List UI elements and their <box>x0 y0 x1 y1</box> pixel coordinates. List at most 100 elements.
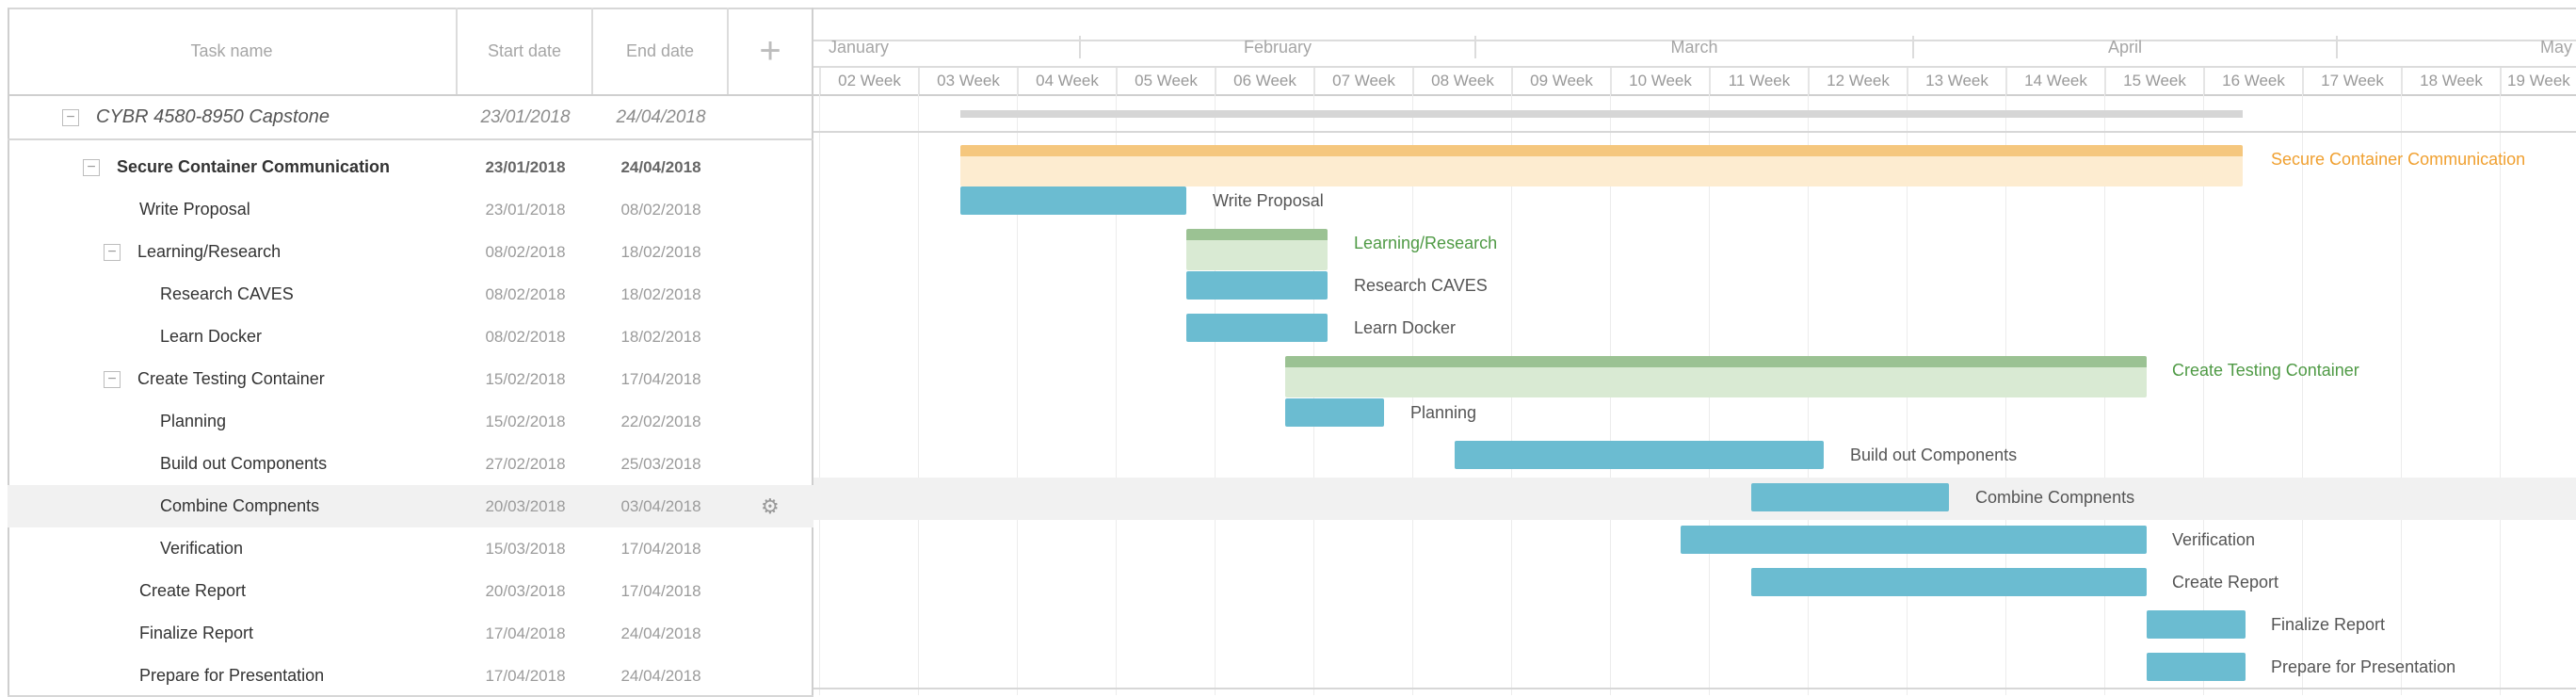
grid-line <box>2302 94 2303 695</box>
bar-combine-compnents[interactable] <box>1751 483 1949 511</box>
minus-box-icon[interactable]: − <box>104 371 121 388</box>
task-row-planning[interactable]: Planning 15/02/2018 22/02/2018 <box>8 400 813 443</box>
task-end: 24/04/2018 <box>616 107 706 127</box>
task-row-capstone[interactable]: − CYBR 4580-8950 Capstone 23/01/2018 24/… <box>8 96 813 138</box>
grid-line <box>2401 94 2402 695</box>
bar-label: Build out Components <box>1850 446 2018 464</box>
chart-bottom-border <box>813 688 2576 689</box>
task-end: 18/02/2018 <box>620 328 701 346</box>
week-label: 18 Week <box>2401 68 2500 94</box>
task-start: 08/02/2018 <box>485 328 566 346</box>
task-name: Create Report <box>139 581 247 600</box>
bar-research-caves[interactable] <box>1186 271 1328 300</box>
task-end: 25/03/2018 <box>620 455 701 473</box>
row-divider <box>8 138 813 140</box>
grid-line <box>2500 94 2501 695</box>
task-name: Combine Compnents <box>160 496 320 515</box>
task-row-finalize-report[interactable]: Finalize Report 17/04/2018 24/04/2018 <box>8 612 813 655</box>
task-name: Prepare for Presentation <box>139 666 325 685</box>
task-name: Learning/Research <box>137 242 282 261</box>
task-start: 15/03/2018 <box>485 540 566 558</box>
bar-label: Combine Compnents <box>1975 488 2135 507</box>
task-end: 17/04/2018 <box>620 540 701 558</box>
bar-label: Research CAVES <box>1354 276 1488 295</box>
task-end: 17/04/2018 <box>620 370 701 388</box>
week-label: 10 Week <box>1610 68 1709 94</box>
header-end-date[interactable]: End date <box>593 8 729 94</box>
task-end: 24/04/2018 <box>620 624 701 642</box>
minus-box-icon[interactable]: − <box>83 159 100 176</box>
gear-icon[interactable]: ⚙ <box>761 494 780 519</box>
bar-label: Create Report <box>2172 573 2279 592</box>
bar-label: Learning/Research <box>1354 234 1498 252</box>
task-start: 27/02/2018 <box>485 455 566 473</box>
task-start: 23/01/2018 <box>485 158 566 176</box>
week-label: 19 Week <box>2500 68 2576 94</box>
task-start: 20/03/2018 <box>485 582 566 600</box>
task-start: 20/03/2018 <box>485 497 566 515</box>
task-end: 08/02/2018 <box>620 201 701 219</box>
summary-bar-secure-container[interactable] <box>960 145 2243 186</box>
task-row-create-report[interactable]: Create Report 20/03/2018 17/04/2018 <box>8 570 813 612</box>
task-row-combine-compnents[interactable]: Combine Compnents 20/03/2018 03/04/2018 … <box>8 485 813 527</box>
summary-bar-learning-research[interactable] <box>1186 229 1328 270</box>
task-row-create-testing-container[interactable]: − Create Testing Container 15/02/2018 17… <box>8 358 813 400</box>
week-label: 09 Week <box>1511 68 1610 94</box>
grid-line <box>918 94 919 695</box>
task-end: 24/04/2018 <box>620 667 701 685</box>
bar-label: Verification <box>2172 530 2256 549</box>
grid-line <box>819 94 820 695</box>
task-end: 17/04/2018 <box>620 582 701 600</box>
month-may: May <box>2336 36 2576 58</box>
bar-create-report[interactable] <box>1751 568 2147 596</box>
bar-prepare-presentation[interactable] <box>2147 653 2246 681</box>
task-name: Build out Components <box>160 454 328 473</box>
task-row-verification[interactable]: Verification 15/03/2018 17/04/2018 <box>8 527 813 570</box>
summary-bar-create-testing-container[interactable] <box>1285 356 2147 397</box>
task-row-prepare-presentation[interactable]: Prepare for Presentation 17/04/2018 24/0… <box>8 655 813 697</box>
week-label: 12 Week <box>1808 68 1907 94</box>
week-label: 03 Week <box>918 68 1017 94</box>
week-label: 04 Week <box>1017 68 1116 94</box>
row-divider <box>813 131 2576 133</box>
bar-label: Prepare for Presentation <box>2271 657 2456 676</box>
header-task-name[interactable]: Task name <box>8 8 458 94</box>
bar-verification[interactable] <box>1681 526 2147 554</box>
task-name: Finalize Report <box>139 624 254 642</box>
bar-label: Create Testing Container <box>2172 361 2359 380</box>
task-row-build-out-components[interactable]: Build out Components 27/02/2018 25/03/20… <box>8 443 813 485</box>
task-start: 15/02/2018 <box>485 413 566 430</box>
task-name: Verification <box>160 539 244 558</box>
task-grid: Task name Start date End date + − CYBR 4… <box>8 8 813 697</box>
bar-label: Secure Container Communication <box>2271 150 2526 169</box>
hover-row-highlight <box>813 478 2576 520</box>
bar-build-out-components[interactable] <box>1455 441 1824 469</box>
month-january: January <box>829 38 890 57</box>
task-name: Learn Docker <box>160 327 263 346</box>
bar-planning[interactable] <box>1285 398 1384 427</box>
header-start-date[interactable]: Start date <box>458 8 593 94</box>
task-start: 23/01/2018 <box>485 201 566 219</box>
week-label: 06 Week <box>1215 68 1313 94</box>
project-bar[interactable] <box>960 110 2243 118</box>
task-name: CYBR 4580-8950 Capstone <box>96 106 330 127</box>
task-end: 24/04/2018 <box>620 158 701 176</box>
task-row-research-caves[interactable]: Research CAVES 08/02/2018 18/02/2018 <box>8 273 813 316</box>
task-row-learning-research[interactable]: − Learning/Research 08/02/2018 18/02/201… <box>8 231 813 273</box>
task-row-write-proposal[interactable]: Write Proposal 23/01/2018 08/02/2018 <box>8 188 813 231</box>
task-name: Create Testing Container <box>137 369 325 388</box>
task-end: 18/02/2018 <box>620 243 701 261</box>
week-label: 05 Week <box>1116 68 1215 94</box>
minus-box-icon[interactable]: − <box>62 109 79 126</box>
task-row-learn-docker[interactable]: Learn Docker 08/02/2018 18/02/2018 <box>8 316 813 358</box>
plus-icon[interactable]: + <box>759 30 781 73</box>
bar-write-proposal[interactable] <box>960 186 1186 215</box>
task-end: 03/04/2018 <box>620 497 701 515</box>
week-label: 13 Week <box>1907 68 2005 94</box>
minus-box-icon[interactable]: − <box>104 244 121 261</box>
bar-learn-docker[interactable] <box>1186 314 1328 342</box>
task-end: 18/02/2018 <box>620 285 701 303</box>
task-row-secure-container[interactable]: − Secure Container Communication 23/01/2… <box>8 146 813 188</box>
scale-divider-bottom <box>813 94 2576 96</box>
bar-finalize-report[interactable] <box>2147 610 2246 639</box>
